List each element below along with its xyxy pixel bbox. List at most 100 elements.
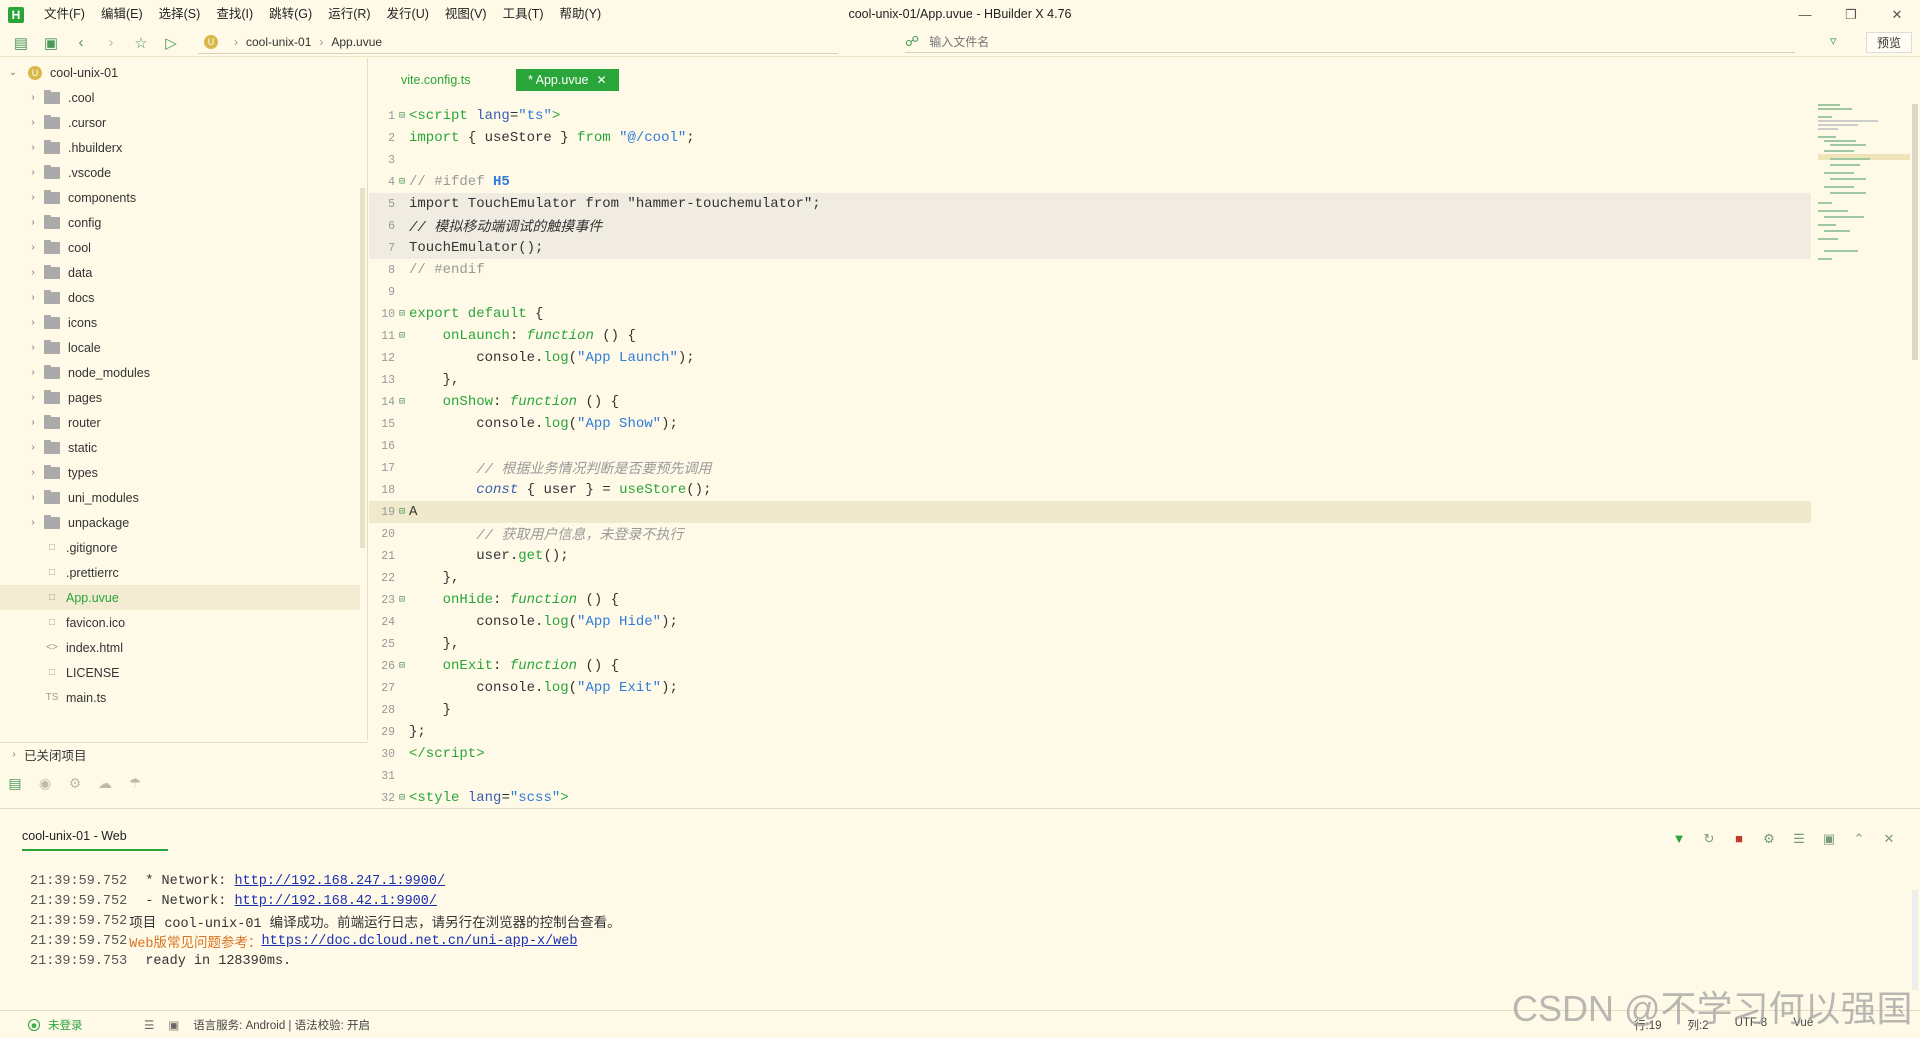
chevron-right-icon[interactable]: › (26, 142, 40, 153)
chevron-right-icon[interactable]: › (26, 467, 40, 478)
cloud-function-icon[interactable]: ☂ (120, 775, 150, 792)
plugin-icon[interactable]: ◉ (30, 775, 60, 792)
console-tab[interactable]: cool-unix-01 - Web (22, 829, 168, 851)
chevron-right-icon[interactable]: › (26, 492, 40, 503)
tree-folder[interactable]: › types (0, 460, 360, 485)
tab-app-uvue[interactable]: * App.uvue ✕ (516, 69, 619, 91)
save-icon[interactable]: ▣ (36, 31, 66, 55)
tree-folder[interactable]: › unpackage (0, 510, 360, 535)
chevron-right-icon[interactable]: › (26, 167, 40, 178)
clear-console-icon[interactable]: ☰ (1784, 831, 1814, 847)
maximize-panel-icon[interactable]: ⌃ (1844, 831, 1874, 847)
tree-file[interactable]: □ .prettierrc (0, 560, 360, 585)
tree-folder[interactable]: › node_modules (0, 360, 360, 385)
tree-file[interactable]: □ LICENSE (0, 660, 360, 685)
menu-publish[interactable]: 发行(U) (379, 0, 437, 29)
forward-icon[interactable]: › (96, 31, 126, 55)
chevron-right-icon[interactable]: › (26, 442, 40, 453)
tree-folder[interactable]: › .vscode (0, 160, 360, 185)
closed-projects-section[interactable]: › 已关闭项目 (0, 742, 368, 766)
menu-run[interactable]: 运行(R) (320, 0, 378, 29)
console-link[interactable]: https://doc.dcloud.net.cn/uni-app-x/web (262, 934, 578, 949)
tree-folder[interactable]: › .hbuilderx (0, 135, 360, 160)
tree-folder[interactable]: › pages (0, 385, 360, 410)
menu-tools[interactable]: 工具(T) (495, 0, 552, 29)
close-tab-icon[interactable]: ✕ (596, 73, 606, 87)
chevron-right-icon[interactable]: › (26, 292, 40, 303)
tree-folder[interactable]: › static (0, 435, 360, 460)
breadcrumb-project[interactable]: cool-unix-01 (246, 35, 311, 49)
tree-folder[interactable]: › icons (0, 310, 360, 335)
menu-select[interactable]: 选择(S) (151, 0, 209, 29)
tree-file[interactable]: TS main.ts (0, 685, 360, 710)
tree-folder[interactable]: › uni_modules (0, 485, 360, 510)
tree-file[interactable]: □ App.uvue (0, 585, 360, 610)
tree-folder[interactable]: › .cursor (0, 110, 360, 135)
run-icon[interactable]: ▷ (156, 31, 186, 55)
bookmark-star-icon[interactable]: ☆ (126, 31, 156, 55)
chevron-right-icon[interactable]: › (26, 92, 40, 103)
language-service-status[interactable]: ☰ ▣ 语言服务: Android | 语法校验: 开启 (144, 1017, 370, 1033)
back-icon[interactable]: ‹ (66, 31, 96, 55)
filter-icon[interactable]: ▿ (1830, 33, 1837, 49)
chevron-right-icon[interactable]: › (26, 417, 40, 428)
menu-goto[interactable]: 跳转(G) (261, 0, 320, 29)
tree-folder[interactable]: › locale (0, 335, 360, 360)
close-icon[interactable]: ✕ (1874, 0, 1920, 29)
tree-item-label: unpackage (68, 515, 130, 530)
login-status[interactable]: ☻ 未登录 (28, 1017, 83, 1033)
chevron-right-icon[interactable]: › (26, 267, 40, 278)
tree-folder[interactable]: › components (0, 185, 360, 210)
code-editor[interactable]: 1 ⊟ <script lang="ts"> 2 import { useStore … (369, 100, 1811, 807)
tree-file[interactable]: □ favicon.ico (0, 610, 360, 635)
restore-icon[interactable]: ❐ (1828, 0, 1874, 29)
menu-bar: 文件(F) 编辑(E) 选择(S) 查找(I) 跳转(G) 运行(R) 发行(U… (36, 0, 609, 29)
menu-file[interactable]: 文件(F) (36, 0, 93, 29)
tree-folder[interactable]: › cool (0, 235, 360, 260)
chevron-right-icon[interactable]: › (26, 242, 40, 253)
chevron-down-icon[interactable]: ⌄ (6, 67, 20, 78)
minimize-icon[interactable]: — (1782, 0, 1828, 29)
sidebar-scrollbar[interactable] (360, 188, 365, 548)
tree-file[interactable]: □ .gitignore (0, 535, 360, 560)
tree-folder[interactable]: › router (0, 410, 360, 435)
menu-edit[interactable]: 编辑(E) (93, 0, 151, 29)
console-scrollbar[interactable] (1912, 890, 1918, 990)
preview-button[interactable]: 预览 (1866, 32, 1912, 53)
console-link[interactable]: http://192.168.42.1:9900/ (234, 894, 437, 909)
restart-icon[interactable]: ↻ (1694, 831, 1724, 847)
chevron-right-icon[interactable]: › (26, 392, 40, 403)
chevron-right-icon[interactable]: › (26, 117, 40, 128)
chevron-right-icon[interactable]: › (26, 342, 40, 353)
filter-funnel-icon[interactable]: ▼ (1664, 831, 1694, 847)
file-search-input[interactable] (929, 34, 1730, 49)
tree-folder[interactable]: › docs (0, 285, 360, 310)
chevron-right-icon[interactable]: › (26, 317, 40, 328)
tree-file[interactable]: <> index.html (0, 635, 360, 660)
new-file-icon[interactable]: ▤ (6, 31, 36, 55)
export-log-icon[interactable]: ▣ (1814, 831, 1844, 847)
debug-bug-icon[interactable]: ⚙ (60, 775, 90, 792)
console-link[interactable]: http://192.168.247.1:9900/ (234, 874, 445, 889)
settings-icon[interactable]: ⚙ (1754, 831, 1784, 847)
explorer-icon[interactable]: ▤ (0, 775, 30, 792)
tree-folder[interactable]: › .cool (0, 85, 360, 110)
menu-help[interactable]: 帮助(Y) (552, 0, 610, 29)
editor-scrollbar[interactable] (1912, 104, 1918, 360)
cloud-icon[interactable]: ☁ (90, 775, 120, 792)
project-root[interactable]: ⌄ U cool-unix-01 (0, 60, 360, 85)
chevron-right-icon[interactable]: › (26, 367, 40, 378)
tree-folder[interactable]: › config (0, 210, 360, 235)
menu-find[interactable]: 查找(I) (208, 0, 261, 29)
tree-folder[interactable]: › data (0, 260, 360, 285)
menu-view[interactable]: 视图(V) (437, 0, 495, 29)
breadcrumb-file[interactable]: App.uvue (331, 35, 382, 49)
minimap[interactable] (1818, 100, 1910, 280)
close-panel-icon[interactable]: ✕ (1874, 831, 1904, 847)
tree-item-label: locale (68, 340, 101, 355)
stop-icon[interactable]: ■ (1724, 831, 1754, 847)
tab-vite-config[interactable]: vite.config.ts (389, 69, 482, 91)
chevron-right-icon[interactable]: › (26, 517, 40, 528)
chevron-right-icon[interactable]: › (26, 217, 40, 228)
chevron-right-icon[interactable]: › (26, 192, 40, 203)
